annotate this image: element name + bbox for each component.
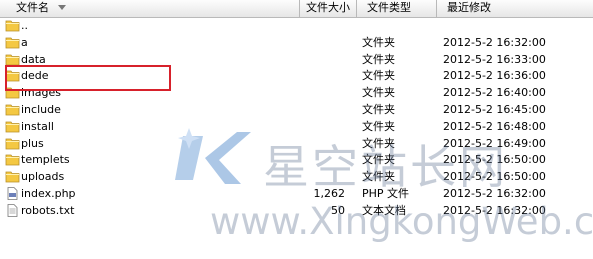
php-file-icon [5, 187, 20, 200]
file-row[interactable]: data 文件夹 2012-5-2 16:33:00 [0, 51, 593, 68]
column-header-name-label: 文件名 [16, 1, 49, 14]
file-row[interactable]: dede 文件夹 2012-5-2 16:36:00 [0, 67, 593, 84]
file-name: include [21, 102, 61, 116]
folder-up-icon [5, 19, 20, 32]
folder-icon [5, 86, 20, 99]
file-type: 文件夹 [362, 69, 395, 83]
file-row[interactable]: include 文件夹 2012-5-2 16:45:00 [0, 101, 593, 118]
file-size [290, 51, 345, 68]
file-date: 2012-5-2 16:36:00 [443, 69, 546, 83]
folder-icon [5, 53, 20, 66]
file-type: 文件夹 [362, 52, 395, 66]
column-header-size[interactable]: 文件大小 [300, 0, 357, 17]
file-name: data [21, 52, 46, 66]
watermark-chinese: 星空站长网 [263, 140, 508, 194]
column-header-name[interactable]: 文件名 [0, 0, 300, 17]
folder-icon [5, 36, 20, 49]
file-row[interactable]: .. [0, 17, 593, 34]
file-row[interactable]: a 文件夹 2012-5-2 16:32:00 [0, 34, 593, 51]
folder-icon [5, 170, 20, 183]
file-name: images [21, 86, 61, 100]
file-type: 文件夹 [362, 102, 395, 116]
file-size [290, 101, 345, 118]
column-header-modified-label: 最近修改 [447, 1, 491, 14]
file-size [290, 84, 345, 101]
file-size [290, 67, 345, 84]
file-type [362, 17, 434, 34]
watermark-logo-icon [175, 128, 251, 184]
file-date: 2012-5-2 16:32:00 [443, 35, 546, 49]
text-file-icon [5, 203, 20, 217]
column-header-modified[interactable]: 最近修改 [437, 0, 593, 17]
column-header-type-label: 文件类型 [367, 1, 411, 14]
column-header-type[interactable]: 文件类型 [357, 0, 437, 17]
file-size [290, 34, 345, 51]
file-name: a [21, 35, 28, 49]
file-date: 2012-5-2 16:40:00 [443, 86, 546, 100]
watermark-english: www.XingkongWeb.com [210, 200, 593, 243]
file-type: 文件夹 [362, 86, 395, 100]
sort-descending-icon [58, 5, 66, 10]
folder-icon [5, 69, 20, 82]
file-size [290, 17, 345, 34]
file-date: 2012-5-2 16:45:00 [443, 102, 546, 116]
folder-icon [5, 153, 20, 166]
file-name: dede [21, 69, 49, 83]
column-header-size-label: 文件大小 [306, 1, 350, 14]
file-name: .. [21, 19, 28, 32]
folder-icon [5, 120, 20, 133]
file-row[interactable]: images 文件夹 2012-5-2 16:40:00 [0, 84, 593, 101]
folder-icon [5, 137, 20, 150]
file-date: 2012-5-2 16:33:00 [443, 52, 546, 66]
file-date [443, 17, 583, 34]
column-header-bar: 文件名 文件大小 文件类型 最近修改 [0, 0, 593, 18]
file-type: 文件夹 [362, 35, 395, 49]
folder-icon [5, 103, 20, 116]
